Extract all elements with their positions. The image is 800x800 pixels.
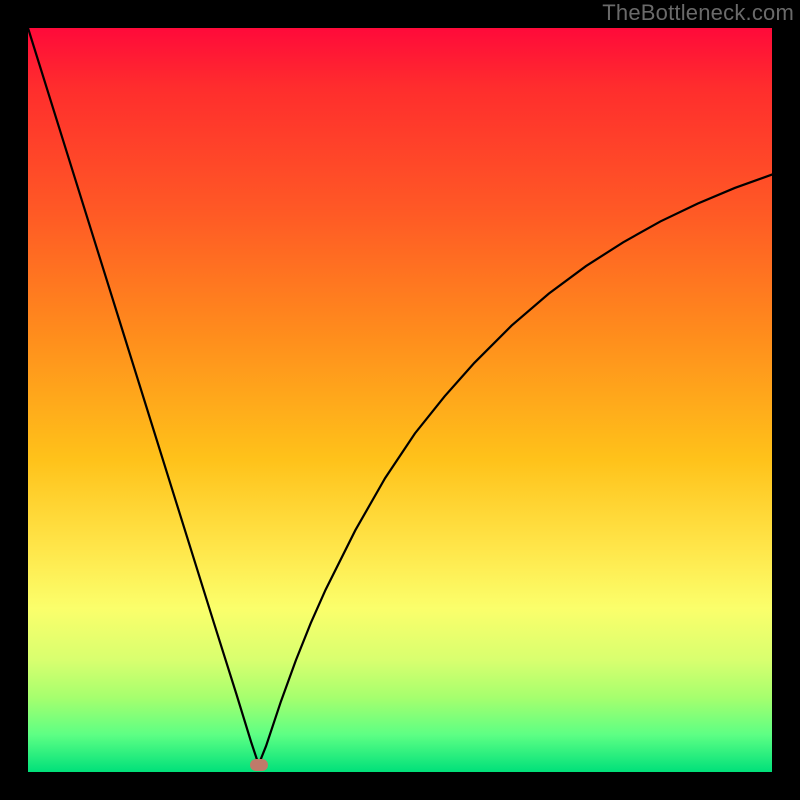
outer-frame: TheBottleneck.com — [0, 0, 800, 800]
source-watermark: TheBottleneck.com — [602, 0, 794, 26]
optimum-marker — [250, 759, 268, 771]
plot-area — [28, 28, 772, 772]
bottleneck-curve — [28, 28, 772, 772]
